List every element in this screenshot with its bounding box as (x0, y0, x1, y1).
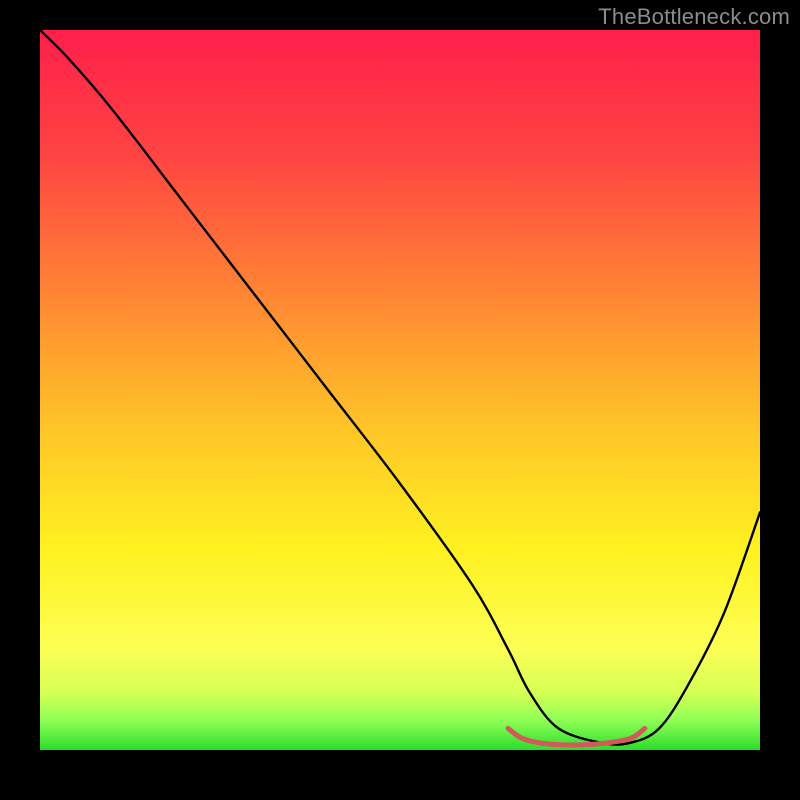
chart-svg (40, 30, 760, 750)
gradient-background (40, 30, 760, 750)
watermark-text: TheBottleneck.com (598, 4, 790, 30)
chart-frame: TheBottleneck.com (0, 0, 800, 800)
plot-area (40, 30, 760, 750)
